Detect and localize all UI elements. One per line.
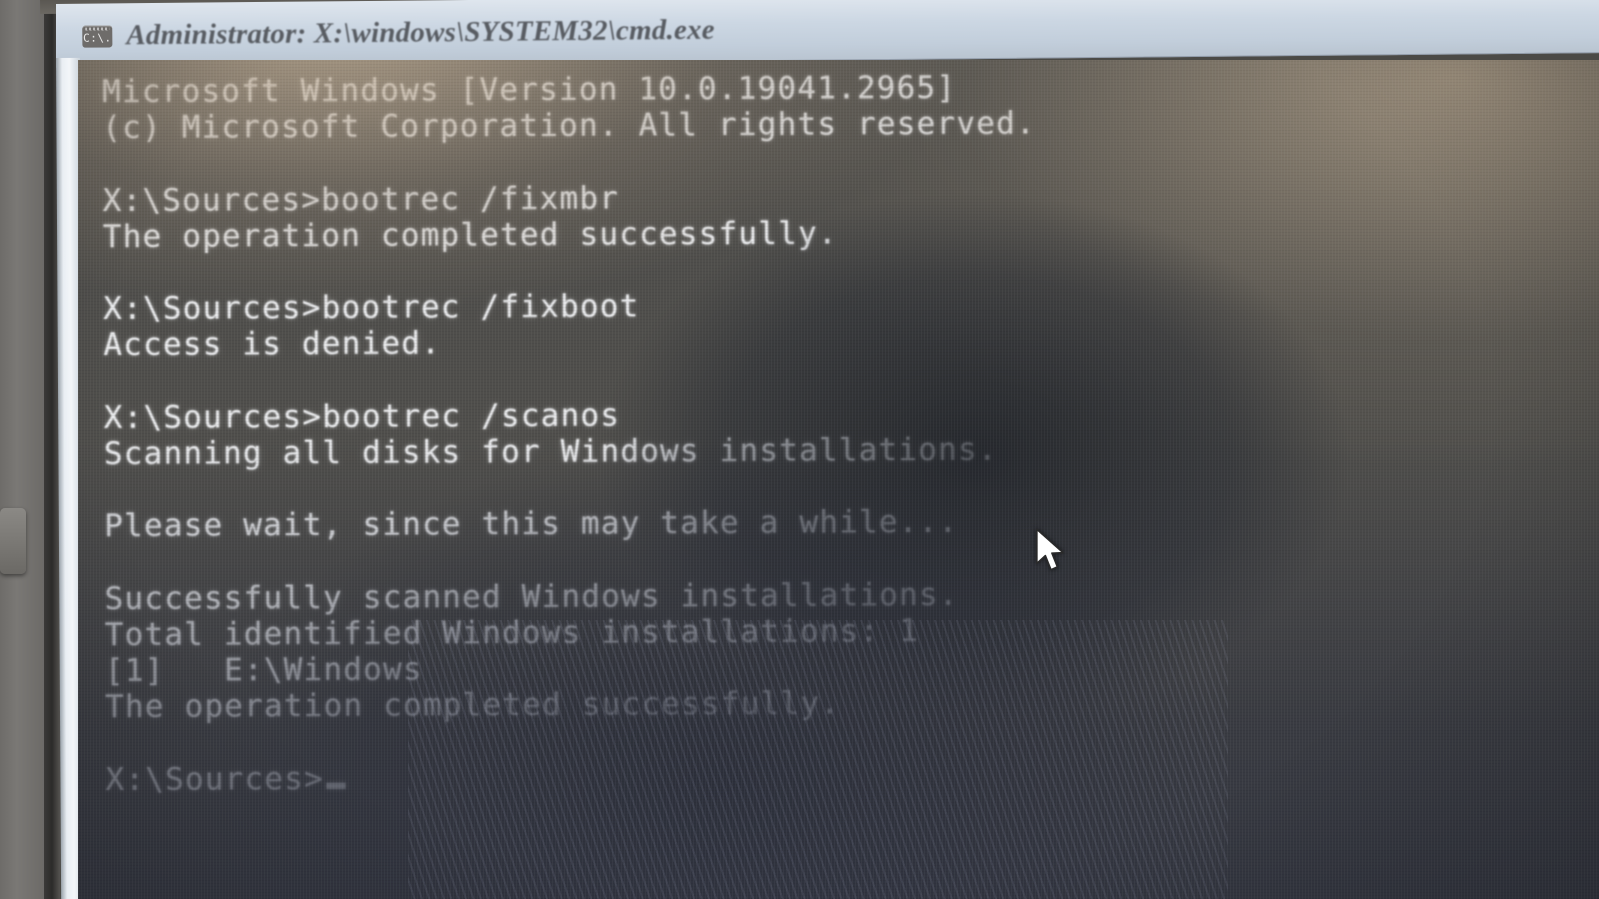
window-title: Administrator: X:\windows\SYSTEM32\cmd.e…: [126, 13, 715, 52]
cmd-icon-label: C:\.: [83, 31, 112, 45]
laptop-hinge-nub: [0, 508, 26, 574]
console-client-area[interactable]: Microsoft Windows [Version 10.0.19041.29…: [78, 60, 1599, 899]
screen-area: C:\. Administrator: X:\windows\SYSTEM32\…: [56, 0, 1599, 899]
photo-vignette: [78, 60, 1599, 899]
window-titlebar[interactable]: C:\. Administrator: X:\windows\SYSTEM32\…: [56, 0, 1599, 68]
laptop-bezel-left: [0, 0, 48, 899]
laptop-screen-photo: C:\. Administrator: X:\windows\SYSTEM32\…: [0, 0, 1599, 899]
mouse-arrow-cursor[interactable]: [1034, 528, 1068, 576]
cmd-icon[interactable]: C:\.: [82, 24, 113, 48]
titlebar-content: C:\. Administrator: X:\windows\SYSTEM32\…: [82, 14, 715, 53]
